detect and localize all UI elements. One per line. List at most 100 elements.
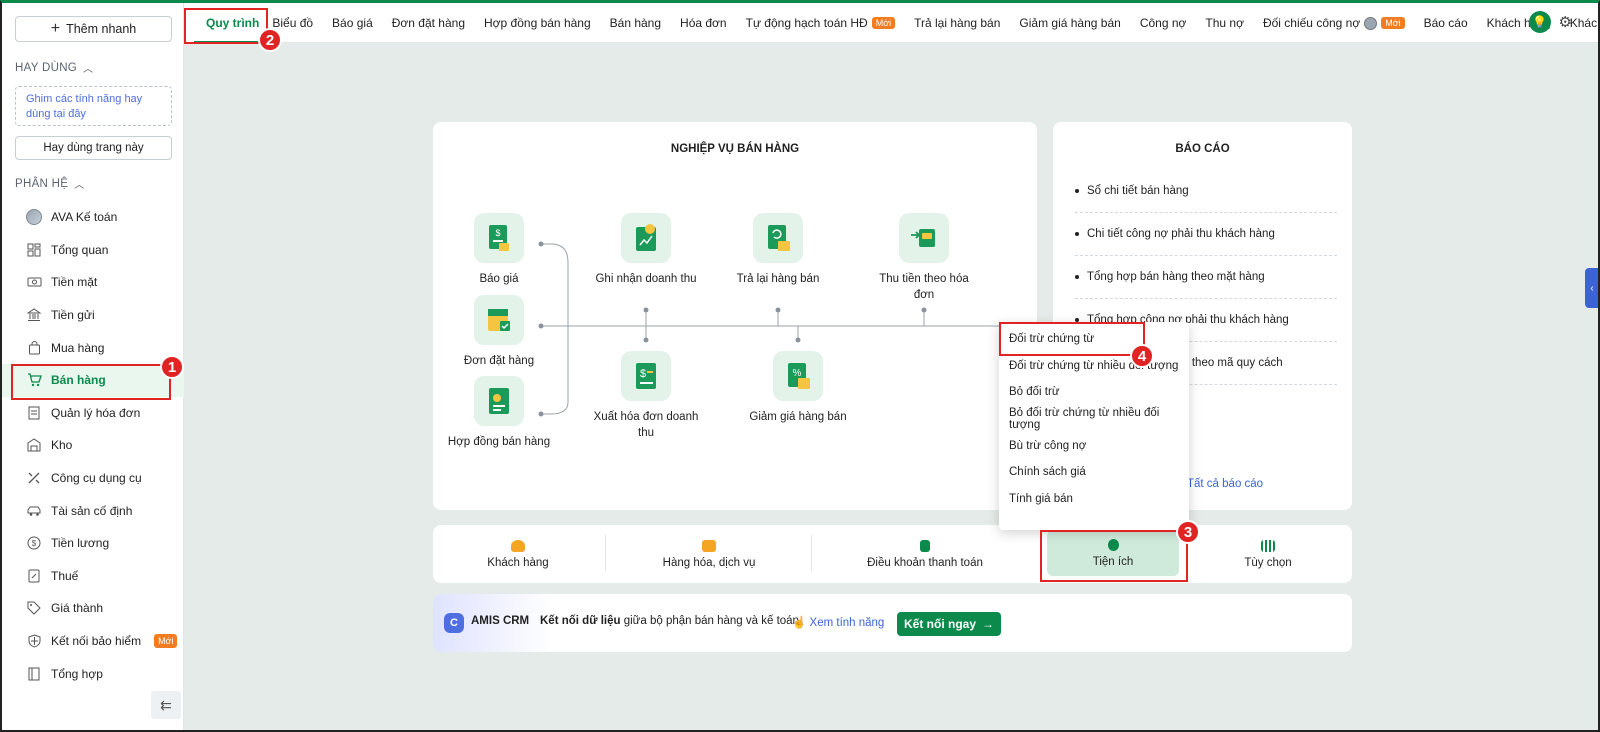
sidebar-item-label: Kho	[51, 438, 73, 453]
svg-text:$: $	[640, 368, 646, 380]
tax-icon	[26, 568, 42, 584]
tab-discounts[interactable]: Giảm giá hàng bán	[1010, 3, 1130, 43]
invoice-icon	[26, 405, 42, 421]
crm-text-bold: Kết nối dữ liệu	[540, 615, 621, 627]
flow-node-invoice[interactable]: $ Xuất hóa đơn doanh thu	[591, 351, 701, 441]
shortcut-goods[interactable]: Hàng hóa, dịch vụ	[609, 525, 809, 583]
flow-node-label: Đơn đặt hàng	[463, 355, 535, 367]
modules-title: PHÂN HỆ	[15, 177, 69, 190]
tab-sales[interactable]: Bán hàng	[600, 3, 670, 43]
tab-label: Giảm giá hàng bán	[1019, 16, 1121, 30]
all-reports-link[interactable]: Tất cả báo cáo	[1187, 478, 1263, 490]
tab-orders[interactable]: Đơn đặt hàng	[382, 3, 474, 43]
sidebar-item-cost[interactable]: Giá thành	[2, 592, 184, 625]
sidebar-item-ava[interactable]: AVA Kế toán	[2, 201, 184, 234]
sidebar-item-label: Kết nối bảo hiểm	[51, 634, 142, 649]
quick-add-button[interactable]: + Thêm nhanh	[15, 16, 172, 42]
menu-item-unoffset-multi[interactable]: Bỏ đối trừ chứng từ nhiều đối tượng	[999, 406, 1189, 433]
flow-node-label: Báo giá	[479, 273, 519, 285]
report-item[interactable]: Tổng hợp bán hàng theo mặt hàng	[1075, 256, 1337, 299]
sidebar-item-label: Quản lý hóa đơn	[51, 405, 141, 420]
discount-icon: %	[773, 351, 823, 401]
report-item[interactable]: Chi tiết công nợ phải thu khách hàng	[1075, 213, 1337, 256]
shield-icon	[26, 633, 42, 649]
report-item[interactable]: Sổ chi tiết bán hàng	[1075, 170, 1337, 213]
flow-node-discount[interactable]: % Giảm giá hàng bán	[743, 351, 853, 425]
flow-node-quote[interactable]: $ Báo giá	[444, 213, 554, 287]
collapse-sidebar-icon[interactable]: ⇇	[151, 691, 181, 719]
sidebar-item-label: Tiền gửi	[51, 308, 95, 323]
sidebar-item-label: Tổng hợp	[51, 666, 103, 681]
tab-reconciliation[interactable]: Đối chiếu công nợ Mới	[1253, 3, 1414, 43]
tab-contracts[interactable]: Hợp đồng bán hàng	[475, 3, 601, 43]
tag-icon	[26, 600, 42, 616]
menu-item-unoffset[interactable]: Bỏ đối trừ	[999, 379, 1189, 406]
sidebar-item-deposit[interactable]: Tiền gửi	[2, 299, 184, 332]
shortcut-options[interactable]: Tùy chọn	[1193, 525, 1343, 583]
tab-quotes[interactable]: Báo giá	[323, 3, 383, 43]
menu-item-offset-multi[interactable]: Đối trừ chứng từ nhiều đối tượng	[999, 353, 1189, 380]
flow-node-returns[interactable]: Trả lại hàng bán	[723, 213, 833, 287]
step-marker-2: 2	[258, 28, 282, 52]
shortcut-payment-terms[interactable]: Điều khoản thanh toán	[815, 525, 1035, 583]
tab-returns[interactable]: Trả lại hàng bán	[905, 3, 1010, 43]
report-item-label: Chi tiết công nợ phải thu khách hàng	[1087, 228, 1275, 240]
flow-node-label: Trả lại hàng bán	[736, 273, 820, 285]
modules-header[interactable]: PHÂN HỆ ︿	[15, 176, 85, 192]
sidebar-item-label: Tiền lương	[51, 536, 110, 551]
often-use-page-button[interactable]: Hay dùng trang này	[15, 136, 172, 160]
flow-node-revenue[interactable]: Ghi nhận doanh thu	[591, 213, 701, 287]
tab-invoices[interactable]: Hóa đơn	[671, 3, 737, 43]
lightbulb-icon[interactable]: 💡	[1528, 11, 1551, 33]
crm-connect-button[interactable]: Kết nối ngay →	[897, 612, 1001, 636]
settings-sliders-icon[interactable]: ⚙	[1559, 13, 1572, 31]
sidebar-item-overview[interactable]: Tổng quan	[2, 234, 184, 267]
sidebar-item-tools[interactable]: Công cụ dụng cụ	[2, 462, 184, 495]
crm-feature-label: Xem tính năng	[809, 617, 885, 629]
bottom-shortcuts: Khách hàng Hàng hóa, dịch vụ Điều khoản …	[433, 525, 1352, 583]
flow-node-order[interactable]: Đơn đặt hàng	[444, 295, 554, 369]
menu-item-calc-price[interactable]: Tính giá bán	[999, 486, 1189, 513]
tab-reports[interactable]: Báo cáo	[1414, 3, 1477, 43]
crm-feature-link[interactable]: ☝ Xem tính năng	[792, 615, 884, 629]
often-used-title: HAY DÙNG	[15, 61, 78, 74]
sidebar-item-label: Tài sản cố định	[51, 503, 133, 518]
flow-node-label: Ghi nhận doanh thu	[595, 273, 697, 285]
crm-connect-label: Kết nối ngay	[903, 617, 976, 631]
menu-item-price-policy[interactable]: Chính sách giá	[999, 459, 1189, 486]
quick-add-label: Thêm nhanh	[66, 22, 137, 36]
sidebar-item-insurance[interactable]: Kết nối bảo hiểm Mới	[2, 625, 184, 658]
tab-debts[interactable]: Công nợ	[1130, 3, 1196, 43]
often-used-header[interactable]: HAY DÙNG ︿	[15, 60, 94, 76]
highlight-sales	[11, 364, 171, 400]
crm-description: Kết nối dữ liệu giữa bộ phận bán hàng và…	[540, 615, 799, 627]
pin-hint-box: Ghim các tính năng hay dùng tại đây	[15, 86, 172, 126]
sidebar-item-invoice-mgmt[interactable]: Quản lý hóa đơn	[2, 397, 184, 430]
expand-panel-icon[interactable]: ‹	[1585, 268, 1599, 308]
topbar-icons: 💡 ⚙	[1528, 11, 1572, 33]
sidebar-item-summary[interactable]: Tổng hợp	[2, 657, 184, 690]
shortcut-customers[interactable]: Khách hàng	[433, 525, 603, 583]
customer-icon	[511, 539, 525, 552]
sidebar-item-tax[interactable]: Thuế	[2, 560, 184, 593]
tab-auto-accounting[interactable]: Tự động hạch toán HĐ Mới	[736, 3, 905, 43]
sidebar-item-cash[interactable]: Tiền mặt	[2, 266, 184, 299]
payment-terms-icon	[920, 539, 930, 552]
svg-text:%: %	[793, 368, 802, 379]
sidebar-item-purchase[interactable]: Mua hàng	[2, 331, 184, 364]
new-badge: Mới	[154, 634, 178, 649]
step-marker-1: 1	[160, 355, 184, 379]
shortcut-label: Tùy chọn	[1244, 556, 1292, 569]
flow-node-contract[interactable]: Hợp đồng bán hàng	[444, 376, 554, 450]
sidebar-item-warehouse[interactable]: Kho	[2, 429, 184, 462]
sidebar-item-label: Tổng quan	[51, 242, 109, 257]
sidebar-item-salary[interactable]: $ Tiền lương	[2, 527, 184, 560]
menu-item-net-debts[interactable]: Bù trừ công nợ	[999, 432, 1189, 459]
process-card: NGHIỆP VỤ BÁN HÀNG $ Báo giá Đơn đặt hàn…	[433, 122, 1037, 510]
highlight-process-tab	[184, 8, 268, 44]
sidebar-item-fixed-assets[interactable]: Tài sản cố định	[2, 494, 184, 527]
chevron-up-icon: ︿	[83, 64, 94, 75]
flow-node-collect[interactable]: Thu tiền theo hóa đơn	[869, 213, 979, 303]
top-tab-bar: Quy trình Biểu đồ Báo giá Đơn đặt hàng H…	[184, 3, 1598, 43]
tab-collections[interactable]: Thu nợ	[1196, 3, 1254, 43]
